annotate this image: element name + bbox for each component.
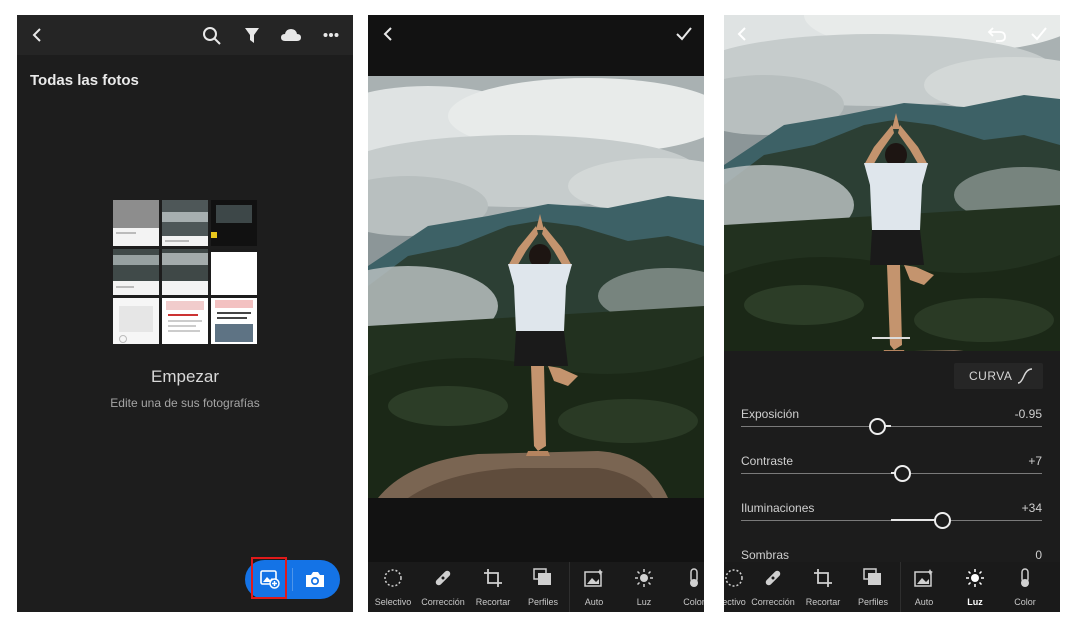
photo-preview xyxy=(724,15,1060,351)
curve-icon xyxy=(1017,368,1033,384)
edit-toolbar: ectivo Corrección Recortar Perfiles Auto… xyxy=(724,562,1060,612)
selective-icon xyxy=(384,569,402,587)
thumbnail xyxy=(113,249,159,295)
tool-label: Color xyxy=(683,597,704,607)
divider xyxy=(292,568,293,591)
slider-value: -0.95 xyxy=(1014,407,1042,421)
library-screen: Todas las fotos Empezar Edite una de sus… xyxy=(17,15,353,612)
empty-state-subtitle: Edite una de sus fotografías xyxy=(110,396,260,410)
page-title: Todas las fotos xyxy=(30,72,139,89)
top-bar xyxy=(17,15,353,55)
light-icon xyxy=(966,569,984,587)
check-icon[interactable] xyxy=(1030,26,1048,42)
slider-value: 0 xyxy=(1035,548,1042,562)
tool-color[interactable]: Color xyxy=(669,562,704,612)
slider-track[interactable] xyxy=(741,426,1042,427)
getting-started-illustration xyxy=(113,200,257,344)
slider-value: +34 xyxy=(1021,501,1042,515)
empty-state-title: Empezar xyxy=(150,367,220,386)
more-icon[interactable] xyxy=(323,32,339,38)
highlights-slider[interactable]: Iluminaciones +34 xyxy=(741,501,1042,541)
back-icon[interactable] xyxy=(31,27,43,43)
tool-color[interactable]: Color xyxy=(1000,562,1050,612)
slider-thumb[interactable] xyxy=(893,465,911,482)
healing-icon xyxy=(765,570,781,586)
light-edit-screen: CURVA Exposición -0.95 Contraste +7 Ilum… xyxy=(724,15,1060,612)
check-icon[interactable] xyxy=(675,26,693,42)
slider-label: Exposición xyxy=(741,407,800,421)
search-icon[interactable] xyxy=(202,26,221,45)
slider-label: Iluminaciones xyxy=(741,501,815,515)
crop-icon xyxy=(814,569,832,587)
thumbnail xyxy=(162,298,208,344)
curve-button[interactable]: CURVA xyxy=(954,363,1043,389)
edit-toolbar: Selectivo Corrección Recortar Perfiles A… xyxy=(368,562,704,612)
thumbnail xyxy=(211,200,257,246)
thumbnail xyxy=(162,200,208,246)
exposure-slider[interactable]: Exposición -0.95 xyxy=(741,407,1042,447)
highlight-box xyxy=(251,557,287,599)
slider-label: Sombras xyxy=(741,548,790,562)
slider-thumb[interactable] xyxy=(934,512,951,529)
cloud-icon[interactable] xyxy=(280,27,302,43)
back-icon[interactable] xyxy=(382,26,394,42)
crop-screen: Selectivo Corrección Recortar Perfiles A… xyxy=(368,15,704,612)
filter-icon[interactable] xyxy=(244,27,260,44)
profiles-icon xyxy=(863,568,881,585)
thumbnail xyxy=(113,200,159,246)
selective-icon xyxy=(725,569,743,587)
undo-icon[interactable] xyxy=(987,26,1007,43)
auto-icon xyxy=(914,569,933,587)
curve-label: CURVA xyxy=(969,369,1013,383)
color-icon xyxy=(690,568,698,587)
auto-icon xyxy=(584,569,603,587)
contrast-slider[interactable]: Contraste +7 xyxy=(741,454,1042,494)
profiles-icon xyxy=(533,568,551,585)
slider-label: Contraste xyxy=(741,454,794,468)
healing-icon xyxy=(435,570,451,586)
back-icon[interactable] xyxy=(736,26,748,42)
tool-label: Color xyxy=(1014,597,1036,607)
thumbnail xyxy=(211,249,257,295)
slider-thumb[interactable] xyxy=(868,418,886,435)
thumbnail xyxy=(113,298,159,344)
thumbnail xyxy=(211,298,257,344)
crop-icon xyxy=(484,569,502,587)
thumbnail xyxy=(162,249,208,295)
photo-preview xyxy=(368,76,704,498)
color-icon xyxy=(1021,568,1029,587)
camera-icon[interactable] xyxy=(304,570,326,589)
image-handle[interactable] xyxy=(872,337,910,339)
slider-value: +7 xyxy=(1028,454,1042,468)
light-icon xyxy=(635,569,653,587)
